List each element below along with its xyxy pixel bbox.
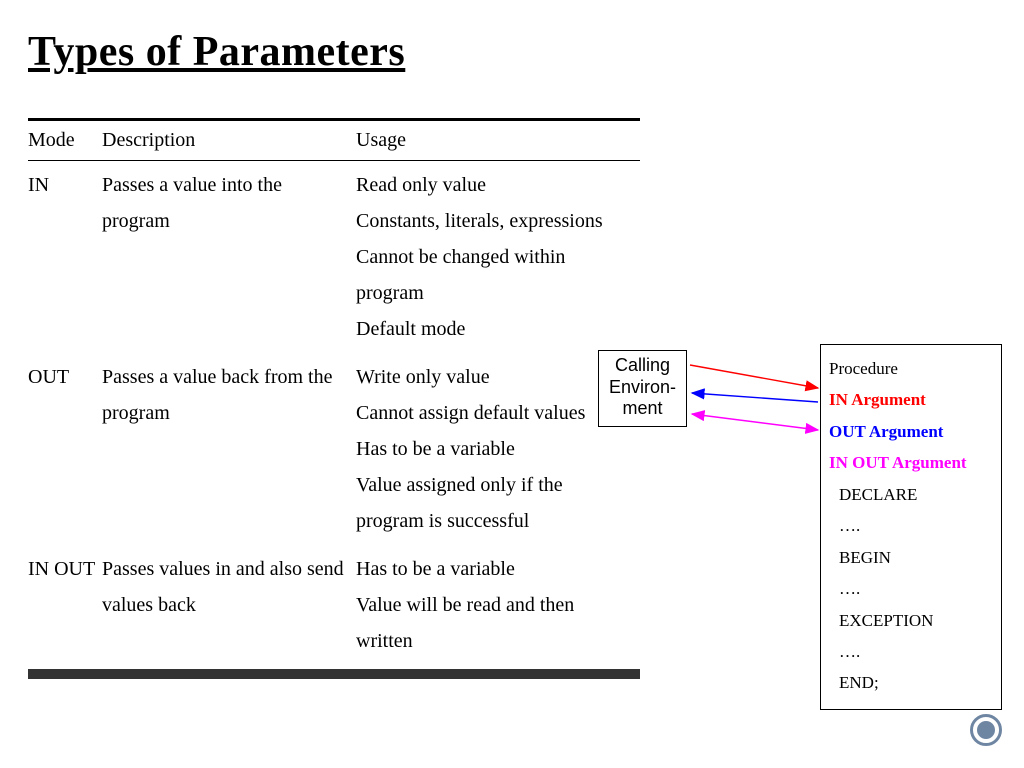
th-usage: Usage: [356, 121, 640, 160]
cell-mode: IN: [28, 161, 102, 353]
proc-begin: BEGIN: [829, 542, 993, 573]
calling-environment-box: Calling Environ- ment: [598, 350, 687, 427]
cell-mode: IN OUT: [28, 545, 102, 665]
cell-usage: Read only valueConstants, literals, expr…: [356, 161, 640, 353]
page-indicator-icon: [970, 714, 1002, 746]
arrow-out: [692, 393, 818, 402]
proc-exception: EXCEPTION: [829, 605, 993, 636]
calling-line: Environ-: [609, 377, 676, 399]
page-title: Types of Parameters: [28, 28, 405, 76]
cell-description: Passes a value into the program: [102, 161, 356, 353]
calling-line: Calling: [609, 355, 676, 377]
calling-line: ment: [609, 398, 676, 420]
table-row: OUT Passes a value back from the program…: [28, 353, 640, 545]
cell-description: Passes a value back from the program: [102, 353, 356, 545]
th-mode: Mode: [28, 121, 102, 160]
proc-title: Procedure: [829, 353, 993, 384]
cell-usage: Has to be a variableValue will be read a…: [356, 545, 640, 665]
cell-description: Passes values in and also send values ba…: [102, 545, 356, 665]
proc-dots: ….: [829, 636, 993, 667]
cell-mode: OUT: [28, 353, 102, 545]
table-row: IN OUT Passes values in and also send va…: [28, 545, 640, 665]
parameter-table: Mode Description Usage IN Passes a value…: [28, 118, 640, 679]
proc-declare: DECLARE: [829, 479, 993, 510]
arrow-inout: [692, 414, 818, 430]
table-row: IN Passes a value into the program Read …: [28, 161, 640, 353]
proc-dots: ….: [829, 573, 993, 604]
arrow-in: [690, 365, 818, 388]
procedure-box: Procedure IN Argument OUT Argument IN OU…: [820, 344, 1002, 710]
proc-end: END;: [829, 667, 993, 698]
proc-inout-arg: IN OUT Argument: [829, 447, 993, 478]
proc-dots: ….: [829, 510, 993, 541]
proc-out-arg: OUT Argument: [829, 416, 993, 447]
th-description: Description: [102, 121, 356, 160]
proc-in-arg: IN Argument: [829, 384, 993, 415]
